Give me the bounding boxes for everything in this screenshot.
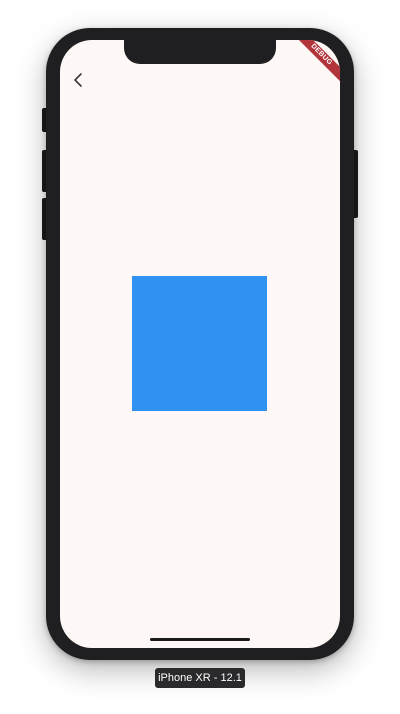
home-indicator[interactable] [150, 638, 250, 641]
chevron-left-icon [74, 73, 82, 87]
phone-frame: DEBUG [46, 28, 354, 660]
notch [124, 40, 276, 64]
blue-square [132, 276, 267, 411]
simulator-stage: DEBUG iPhone XR - 12.1 [0, 0, 400, 714]
debug-banner: DEBUG [285, 40, 340, 91]
app-screen: DEBUG [60, 40, 340, 648]
device-label: iPhone XR - 12.1 [155, 668, 245, 688]
back-button[interactable] [68, 70, 88, 90]
